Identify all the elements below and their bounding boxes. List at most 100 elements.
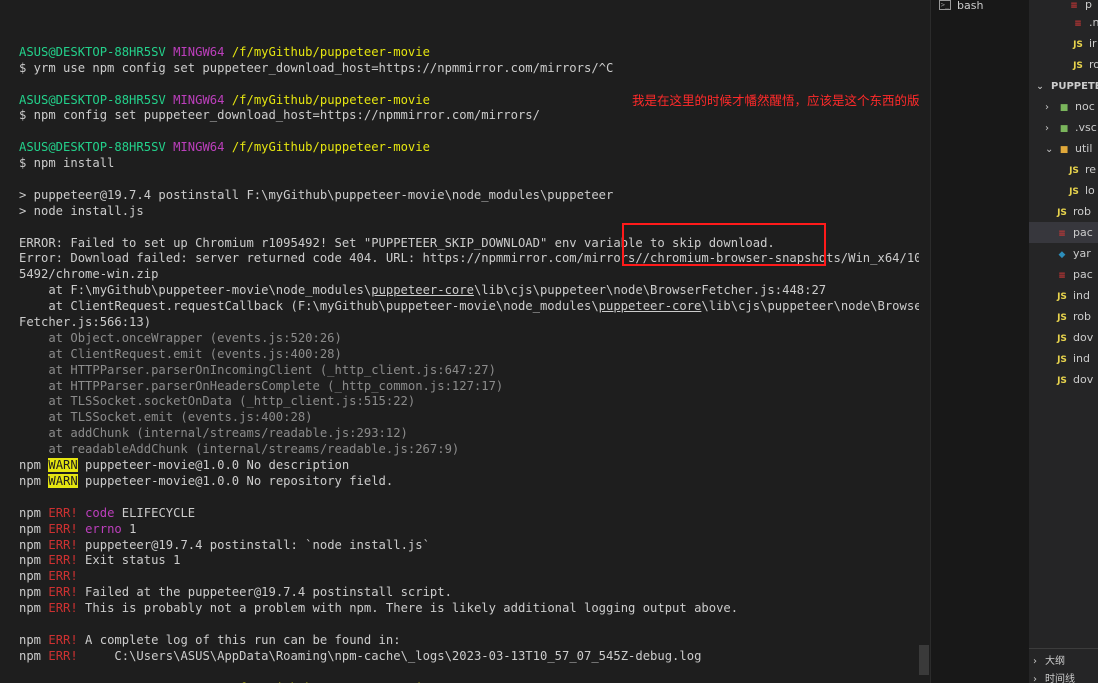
explorer-item[interactable]: ◆ yar [1029,243,1098,264]
command-line: $ npm config set puppeteer_download_host… [19,108,540,123]
stack-link[interactable]: puppeteer-core [599,299,702,313]
err-text: This is probably not a problem with npm.… [77,601,739,616]
explorer-bottom-sections: › 大纲 › 时间线 [1029,648,1098,683]
stack-line-dim: at addChunk (internal/streams/readable.j… [19,426,408,441]
prompt-env: MINGW64 [173,140,225,155]
explorer-item[interactable]: ≡ pac [1029,222,1098,243]
chevron-down-icon: ⌄ [1036,82,1044,92]
prompt-env: MINGW64 [173,44,225,59]
js-file-icon: JS [1069,166,1079,176]
explorer-item[interactable]: › ■ noc [1029,96,1098,117]
err-badge: ERR! [48,585,78,600]
js-file-icon: JS [1057,376,1067,386]
explorer-item-label: dov [1073,373,1094,386]
explorer-item-label: .n [1089,16,1098,29]
folder-open-icon: ■ [1059,145,1069,155]
stack-text: \lib\cjs\puppeteer\node\Browser [701,299,929,314]
err-text: ELIFECYCLE [114,505,196,520]
explorer-item-label: util [1075,142,1093,155]
npm-tag: npm [19,473,42,488]
stack-link[interactable]: puppeteer-core [371,283,474,297]
explorer-item-label: rob [1073,205,1091,218]
outline-label: 大纲 [1045,656,1065,667]
js-file-icon: JS [1057,292,1067,302]
err-text: 1 [121,521,137,536]
explorer-item-label: pac [1073,226,1093,239]
stack-line: Fetcher.js:566:13) [19,315,152,330]
js-file-icon: JS [1057,313,1067,323]
terminal-tab-label: bash [957,0,984,12]
command-line: $ yrm use npm config set puppeteer_downl… [19,60,614,75]
err-text: A complete log of this run can be found … [77,632,401,647]
err-badge: ERR! [48,569,78,584]
npm-err-line: npm ERR! Failed at the puppeteer@19.7.4 … [19,585,929,601]
explorer-item[interactable]: JS ind [1029,348,1098,369]
yarn-file-icon: ◆ [1058,250,1066,260]
explorer-item[interactable]: JS rob [1029,201,1098,222]
output-line: > puppeteer@19.7.4 postinstall F:\myGith… [19,187,614,202]
stack-line-dim: at HTTPParser.parserOnHeadersComplete (_… [19,378,504,393]
stack-line-dim: at HTTPParser.parserOnIncomingClient (_h… [19,362,496,377]
folder-icon: ■ [1059,124,1069,134]
explorer-item[interactable]: JS dov [1029,327,1098,348]
prompt-path: /f/myGithub/puppeteer-movie [231,140,430,155]
explorer-item-label: rob [1073,310,1091,323]
npm-tag: npm [19,648,42,663]
chevron-right-icon: › [1045,123,1049,134]
npm-err-line: npm ERR! [19,569,929,585]
npm-err-line: npm ERR! errno 1 [19,522,929,538]
explorer-item[interactable]: JS ind [1029,285,1098,306]
timeline-section[interactable]: › 时间线 [1033,669,1075,683]
err-badge: ERR! [48,648,78,663]
terminal-panel[interactable]: ASUS@DESKTOP-88HR5SV MINGW64 /f/myGithub… [0,0,930,683]
prompt-path: /f/myGithub/puppeteer-movie [231,92,430,107]
explorer-item[interactable]: JS lo [1029,180,1098,201]
stack-line-dim: at Object.onceWrapper (events.js:520:26) [19,330,342,345]
npm-tag: npm [19,521,42,536]
npm-err-line: npm ERR! code ELIFECYCLE [19,506,929,522]
err-badge: ERR! [48,632,78,647]
err-text: C:\Users\ASUS\AppData\Roaming\npm-cache\… [77,648,702,663]
terminal-tab-bash[interactable]: >_ bash [939,0,983,14]
terminal-scrollbar[interactable] [919,0,930,683]
explorer-item[interactable]: JS rob [1029,306,1098,327]
prompt-user: ASUS@DESKTOP-88HR5SV [19,44,166,59]
npm-err-line: npm ERR! C:\Users\ASUS\AppData\Roaming\n… [19,649,929,665]
prompt-env: MINGW64 [173,92,225,107]
explorer-item[interactable]: ⌄ PUPPETEE [1029,76,1098,97]
highlight-box [622,223,826,266]
explorer-item[interactable]: ⌄ ■ util [1029,138,1098,159]
js-file-icon: JS [1057,355,1067,365]
npm-tag: npm [19,553,42,568]
explorer-item-label: PUPPETEE [1051,81,1098,92]
explorer-item-label: lo [1085,184,1095,197]
stack-line-dim: at TLSSocket.emit (events.js:400:28) [19,410,313,425]
explorer-item[interactable]: JS dov [1029,369,1098,390]
explorer-item[interactable]: ≡ pac [1029,264,1098,285]
err-text: puppeteer@19.7.4 postinstall: `node inst… [77,537,430,552]
explorer-item-label: ro [1089,58,1098,71]
explorer-item[interactable]: JS ir [1029,33,1098,54]
explorer-item-label: .vsc [1075,121,1097,134]
explorer-item-label: yar [1073,247,1091,260]
npm-file-icon: ≡ [1058,271,1066,281]
explorer-item-label: ind [1073,289,1091,302]
npm-tag: npm [19,585,42,600]
explorer-item[interactable]: JS re [1029,159,1098,180]
warn-text: puppeteer-movie@1.0.0 No description [77,458,350,473]
npm-err-line: npm ERR! Exit status 1 [19,553,929,569]
err-badge: ERR! [48,553,78,568]
npm-tag: npm [19,569,42,584]
error-line: 5492/chrome-win.zip [19,267,159,282]
explorer-item[interactable]: ≡ .n [1029,12,1098,33]
js-file-icon: JS [1073,61,1083,71]
prompt-line: ASUS@DESKTOP-88HR5SV MINGW64 /f/myGithub… [19,140,929,156]
terminal-scroll-thumb[interactable] [919,645,929,675]
stack-text: at ClientRequest.requestCallback (F:\myG… [19,299,599,314]
explorer-item[interactable]: JS ro [1029,54,1098,75]
explorer-item[interactable]: › ■ .vsc [1029,117,1098,138]
